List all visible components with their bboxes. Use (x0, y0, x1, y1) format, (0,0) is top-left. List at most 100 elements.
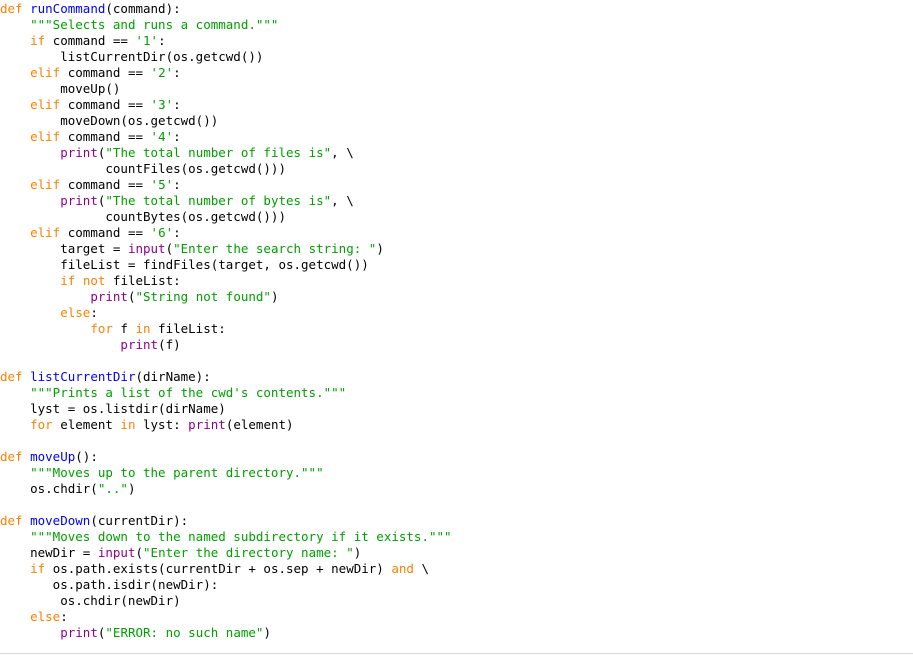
code-line: os.path.isdir(newDir): (0, 577, 913, 593)
code-line: listCurrentDir(os.getcwd()) (0, 49, 913, 65)
code-token-plain: (element) (225, 417, 294, 432)
code-token-str: '2' (150, 65, 174, 80)
code-token-plain: listCurrentDir(os.getcwd()) (0, 49, 264, 64)
code-token-doc: """Selects and runs a command.""" (30, 17, 279, 32)
code-token-fname: runCommand (30, 1, 106, 16)
code-token-plain: (): (75, 449, 98, 464)
code-token-doc: """Prints a list of the cwd's contents."… (30, 385, 347, 400)
code-token-doc: """Moves down to the named subdirectory … (30, 529, 452, 544)
code-token-plain: (f) (158, 337, 181, 352)
code-token-plain: (command): (105, 1, 181, 16)
code-token-builtin: input (97, 545, 136, 560)
code-line: elif command == '2': (0, 65, 913, 81)
code-token-str: "ERROR: no such name" (105, 625, 264, 640)
code-token-plain: command (60, 129, 128, 144)
code-body[interactable]: def runCommand(command): """Selects and … (0, 1, 913, 641)
code-token-plain: target = (0, 241, 128, 256)
code-token-kw: not (82, 273, 106, 288)
code-line: if os.path.exists(currentDir + os.sep + … (0, 561, 913, 577)
code-line: """Selects and runs a command.""" (0, 17, 913, 33)
code-line: """Prints a list of the cwd's contents."… (0, 385, 913, 401)
code-line: elif command == '3': (0, 97, 913, 113)
code-line: lyst = os.listdir(dirName) (0, 401, 913, 417)
code-token-plain: command (60, 225, 128, 240)
bottom-divider-rule (0, 653, 913, 654)
code-token-kw: elif (30, 65, 61, 80)
code-line: fileList = findFiles(target, os.getcwd()… (0, 257, 913, 273)
code-token-plain: lyst: (135, 417, 189, 432)
code-token-plain: : (60, 609, 68, 624)
code-token-fname: listCurrentDir (30, 369, 136, 384)
code-token-plain: moveUp() (0, 81, 121, 96)
code-token-kw: and (391, 561, 414, 576)
code-token-plain: moveDown(os.getcwd()) (0, 113, 219, 128)
code-token-plain: ( (165, 241, 174, 256)
code-token-str: '3' (150, 97, 174, 112)
code-token-plain: command (45, 33, 113, 48)
code-token-kw: for (90, 321, 113, 336)
code-line: for f in fileList: (0, 321, 913, 337)
code-token-plain: : (173, 129, 181, 144)
code-line: """Moves up to the parent directory.""" (0, 465, 913, 481)
code-line: for element in lyst: print(element) (0, 417, 913, 433)
code-token-plain: ) (376, 241, 384, 256)
code-line: os.chdir(newDir) (0, 593, 913, 609)
code-token-str: "String not found" (135, 289, 271, 304)
code-token-def: def (0, 513, 23, 528)
code-line: else: (0, 305, 913, 321)
code-token-def: def (0, 369, 23, 384)
code-token-builtin: print (120, 337, 159, 352)
code-line: print("String not found") (0, 289, 913, 305)
code-token-kw: else (60, 305, 91, 320)
code-token-plain: command (60, 65, 128, 80)
code-line: else: (0, 609, 913, 625)
code-token-plain: newDir = (0, 545, 98, 560)
code-token-kw: in (120, 417, 136, 432)
code-line: """Moves down to the named subdirectory … (0, 529, 913, 545)
code-token-str: "Enter the directory name: " (143, 545, 354, 560)
code-line: print("ERROR: no such name") (0, 625, 913, 641)
code-token-op: == (112, 33, 128, 48)
code-line: os.chdir("..") (0, 481, 913, 497)
code-token-str: "Enter the search string: " (173, 241, 377, 256)
code-token-plain: (dirName): (135, 369, 211, 384)
code-line: if not fileList: (0, 273, 913, 289)
code-line: def moveDown(currentDir): (0, 513, 913, 529)
code-token-kw: else (30, 609, 61, 624)
code-token-plain: f (112, 321, 136, 336)
code-token-plain: , \ (331, 193, 354, 208)
code-token-plain: , \ (331, 145, 354, 160)
code-token-plain: : (158, 33, 166, 48)
code-token-plain: os.chdir( (0, 481, 98, 496)
code-token-plain: os.path.exists(currentDir + os.sep + new… (45, 561, 392, 576)
code-line: def runCommand(command): (0, 1, 913, 17)
code-token-plain: lyst = os.listdir(dirName) (0, 401, 226, 416)
code-token-plain: fileList: (105, 273, 181, 288)
code-token-plain: \ (413, 561, 429, 576)
code-token-builtin: print (188, 417, 226, 432)
code-token-builtin: print (60, 145, 98, 160)
code-token-kw: elif (30, 177, 61, 192)
code-token-fname: moveDown (30, 513, 91, 528)
code-line: target = input("Enter the search string:… (0, 241, 913, 257)
